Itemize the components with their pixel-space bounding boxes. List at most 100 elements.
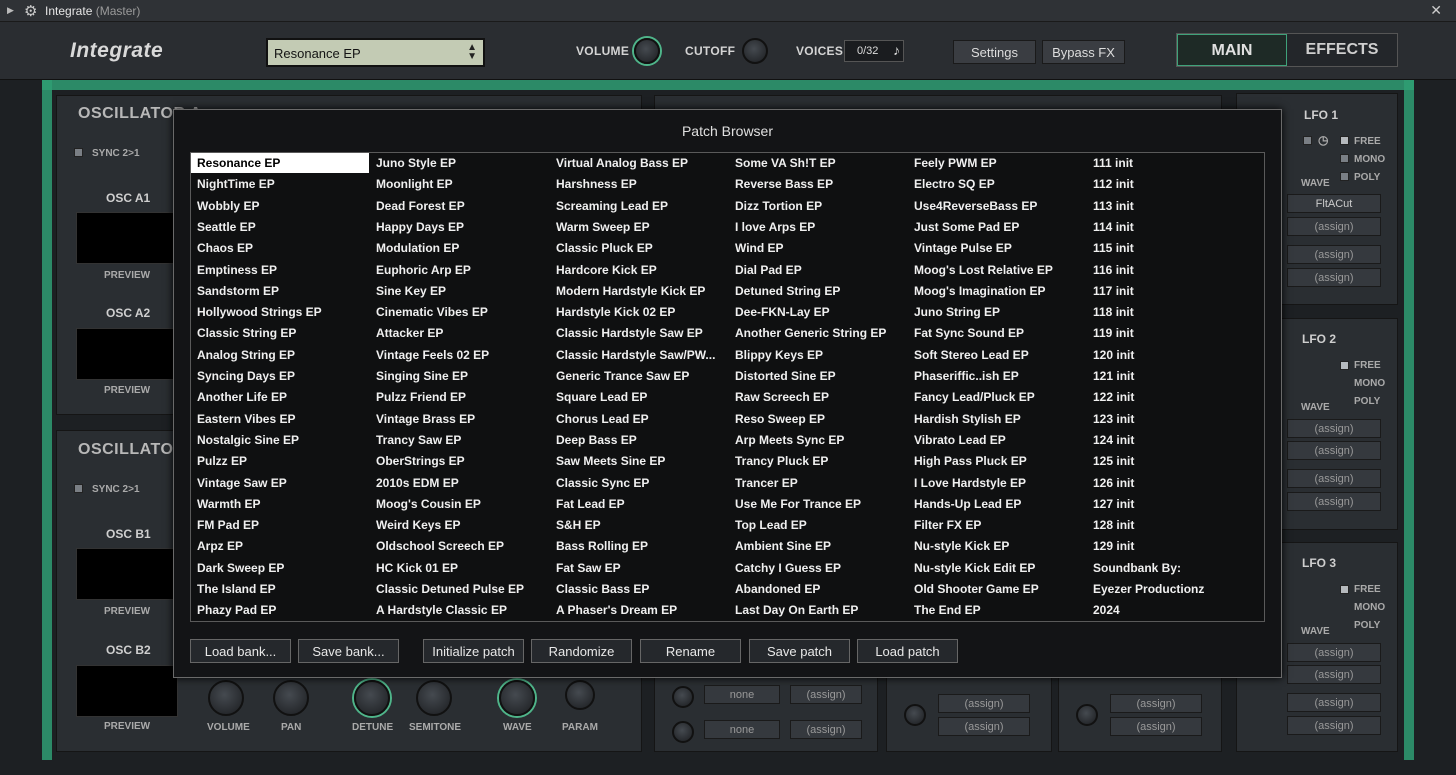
patch-item[interactable]: Eyezer Productionz [1087, 579, 1265, 599]
osc-a1-preview[interactable]: PREVIEW [104, 270, 150, 281]
osc-b2-preview[interactable]: PREVIEW [104, 721, 150, 732]
patch-item[interactable]: Sine Key EP [370, 281, 548, 301]
patch-item[interactable]: Fat Saw EP [550, 558, 728, 578]
patch-item[interactable]: Generic Trance Saw EP [550, 366, 728, 386]
patch-item[interactable]: Hands-Up Lead EP [908, 494, 1086, 514]
patch-item[interactable]: Vintage Brass EP [370, 409, 548, 429]
patch-item[interactable]: Hardish Stylish EP [908, 409, 1086, 429]
patch-item[interactable]: Eastern Vibes EP [191, 409, 369, 429]
patch-item[interactable]: HC Kick 01 EP [370, 558, 548, 578]
patch-item[interactable]: 123 init [1087, 409, 1265, 429]
patch-item[interactable]: Analog String EP [191, 345, 369, 365]
osc-b1-waveform[interactable] [76, 548, 178, 600]
patch-item[interactable]: Dee-FKN-Lay EP [729, 302, 907, 322]
patch-item[interactable]: Virtual Analog Bass EP [550, 153, 728, 173]
lfo-2-assign-3[interactable]: (assign) [1287, 469, 1381, 488]
patch-item[interactable]: Screaming Lead EP [550, 196, 728, 216]
patch-item[interactable]: Raw Screech EP [729, 387, 907, 407]
patch-item[interactable]: 112 init [1087, 174, 1265, 194]
save-bank-button[interactable]: Save bank... [298, 639, 399, 663]
patch-item[interactable]: Emptiness EP [191, 260, 369, 280]
patch-item[interactable]: Last Day On Earth EP [729, 600, 907, 620]
patch-item[interactable]: Singing Sine EP [370, 366, 548, 386]
patch-item[interactable]: Another Life EP [191, 387, 369, 407]
sync-b-checkbox[interactable] [74, 484, 83, 493]
sync-a-checkbox[interactable] [74, 148, 83, 157]
patch-item[interactable]: Hardcore Kick EP [550, 260, 728, 280]
mod-amount-knob-3[interactable] [904, 704, 926, 726]
patch-item[interactable]: 126 init [1087, 473, 1265, 493]
close-icon[interactable]: ✕ [1430, 2, 1442, 19]
patch-item[interactable]: Dizz Tortion EP [729, 196, 907, 216]
bypass-fx-button[interactable]: Bypass FX [1042, 40, 1125, 64]
osc-b-pan-knob[interactable] [273, 680, 309, 716]
expand-arrow-icon[interactable]: ▶ [7, 5, 14, 16]
lfo-1-poly-checkbox[interactable] [1340, 172, 1349, 181]
randomize-button[interactable]: Randomize [531, 639, 632, 663]
mod-amount-knob-1[interactable] [672, 686, 694, 708]
patch-item[interactable]: 119 init [1087, 323, 1265, 343]
patch-item[interactable]: Saw Meets Sine EP [550, 451, 728, 471]
osc-b-param-knob[interactable] [565, 680, 595, 710]
patch-item[interactable]: The End EP [908, 600, 1086, 620]
patch-item[interactable]: Blippy Keys EP [729, 345, 907, 365]
mod-source-none-1[interactable]: none [704, 685, 780, 704]
patch-item[interactable]: Nu-style Kick EP [908, 536, 1086, 556]
patch-item[interactable]: 120 init [1087, 345, 1265, 365]
patch-item[interactable]: Attacker EP [370, 323, 548, 343]
patch-item[interactable]: Classic Pluck EP [550, 238, 728, 258]
patch-item[interactable]: Square Lead EP [550, 387, 728, 407]
osc-a2-waveform[interactable] [76, 328, 178, 380]
patch-item[interactable]: Modulation EP [370, 238, 548, 258]
patch-item[interactable]: I love Arps EP [729, 217, 907, 237]
gear-icon[interactable]: ⚙ [24, 2, 37, 20]
patch-item[interactable]: OberStrings EP [370, 451, 548, 471]
patch-item[interactable]: Filter FX EP [908, 515, 1086, 535]
patch-item[interactable]: Classic Hardstyle Saw/PW... [550, 345, 728, 365]
patch-item[interactable]: Trancy Pluck EP [729, 451, 907, 471]
patch-item[interactable]: Wind EP [729, 238, 907, 258]
patch-item[interactable]: Top Lead EP [729, 515, 907, 535]
tab-effects[interactable]: EFFECTS [1287, 34, 1397, 66]
patch-item[interactable]: Bass Rolling EP [550, 536, 728, 556]
patch-item[interactable]: NightTime EP [191, 174, 369, 194]
patch-item[interactable]: Fancy Lead/Pluck EP [908, 387, 1086, 407]
patch-item[interactable]: 127 init [1087, 494, 1265, 514]
patch-item[interactable]: Ambient Sine EP [729, 536, 907, 556]
patch-item[interactable]: Oldschool Screech EP [370, 536, 548, 556]
lfo-2-assign-1[interactable]: (assign) [1287, 419, 1381, 438]
patch-item[interactable]: Seattle EP [191, 217, 369, 237]
lfo-3-assign-4[interactable]: (assign) [1287, 716, 1381, 735]
patch-item[interactable]: Arp Meets Sync EP [729, 430, 907, 450]
patch-item[interactable]: The Island EP [191, 579, 369, 599]
mod-amount-knob-2[interactable] [672, 721, 694, 743]
load-patch-button[interactable]: Load patch [857, 639, 958, 663]
lfo-1-assign-3[interactable]: (assign) [1287, 268, 1381, 287]
patch-item[interactable]: Dead Forest EP [370, 196, 548, 216]
lfo-2-free-checkbox[interactable] [1340, 361, 1349, 370]
osc-b-detune-knob[interactable] [354, 680, 390, 716]
patch-item[interactable]: I Love Hardstyle EP [908, 473, 1086, 493]
settings-button[interactable]: Settings [953, 40, 1036, 64]
lfo-3-assign-3[interactable]: (assign) [1287, 693, 1381, 712]
patch-item[interactable]: Hardstyle Kick 02 EP [550, 302, 728, 322]
patch-item[interactable]: Warm Sweep EP [550, 217, 728, 237]
patch-item[interactable]: 115 init [1087, 238, 1265, 258]
patch-item[interactable]: FM Pad EP [191, 515, 369, 535]
patch-item[interactable]: Catchy I Guess EP [729, 558, 907, 578]
rename-button[interactable]: Rename [640, 639, 741, 663]
patch-item[interactable]: Sandstorm EP [191, 281, 369, 301]
osc-b-wave-knob[interactable] [499, 680, 535, 716]
patch-item[interactable]: 2024 [1087, 600, 1265, 620]
patch-item[interactable]: High Pass Pluck EP [908, 451, 1086, 471]
patch-item[interactable]: 124 init [1087, 430, 1265, 450]
patch-item[interactable]: Chaos EP [191, 238, 369, 258]
patch-item[interactable]: Abandoned EP [729, 579, 907, 599]
patch-item[interactable]: Juno String EP [908, 302, 1086, 322]
patch-item[interactable]: 111 init [1087, 153, 1265, 173]
patch-item[interactable]: Syncing Days EP [191, 366, 369, 386]
osc-b-volume-knob[interactable] [208, 680, 244, 716]
patch-item[interactable]: Cinematic Vibes EP [370, 302, 548, 322]
mod-assign-3[interactable]: (assign) [938, 694, 1030, 713]
master-cutoff-knob[interactable] [742, 38, 768, 64]
